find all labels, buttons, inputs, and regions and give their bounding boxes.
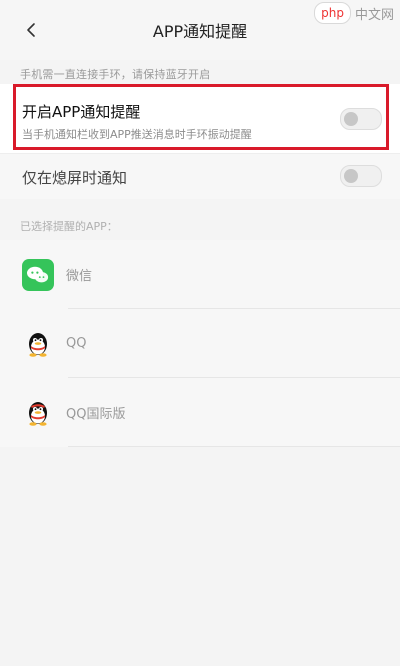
- screen-off-title: 仅在熄屏时通知: [22, 169, 128, 187]
- list-item[interactable]: 微信: [0, 240, 400, 309]
- app-name: QQ国际版: [66, 407, 126, 422]
- app-name: 微信: [66, 269, 93, 284]
- screen-off-toggle[interactable]: [340, 165, 382, 187]
- screen-off-setting-row: 仅在熄屏时通知: [0, 154, 400, 199]
- watermark: php 中文网: [314, 2, 394, 24]
- watermark-badge: php: [314, 2, 351, 24]
- bluetooth-notice: 手机需一直连接手环，请保持蓝牙开启: [20, 68, 211, 81]
- top-bar: APP通知提醒 php 中文网: [0, 0, 400, 60]
- wechat-icon: [22, 258, 54, 291]
- app-name: QQ: [66, 336, 87, 351]
- list-item[interactable]: QQ: [0, 309, 400, 378]
- qq-icon: [22, 328, 54, 360]
- toggle-knob: [344, 169, 358, 183]
- app-list: 微信 QQ QQ国际版: [0, 240, 400, 447]
- screen-off-text: 仅在熄屏时通知: [22, 167, 127, 188]
- watermark-text: 中文网: [354, 7, 394, 23]
- qq-international-icon: [22, 397, 54, 429]
- highlight-box: [13, 84, 389, 150]
- list-separator: [68, 446, 400, 447]
- list-item[interactable]: QQ国际版: [0, 378, 400, 447]
- apps-section-label: 已选择提醒的APP：: [20, 220, 118, 233]
